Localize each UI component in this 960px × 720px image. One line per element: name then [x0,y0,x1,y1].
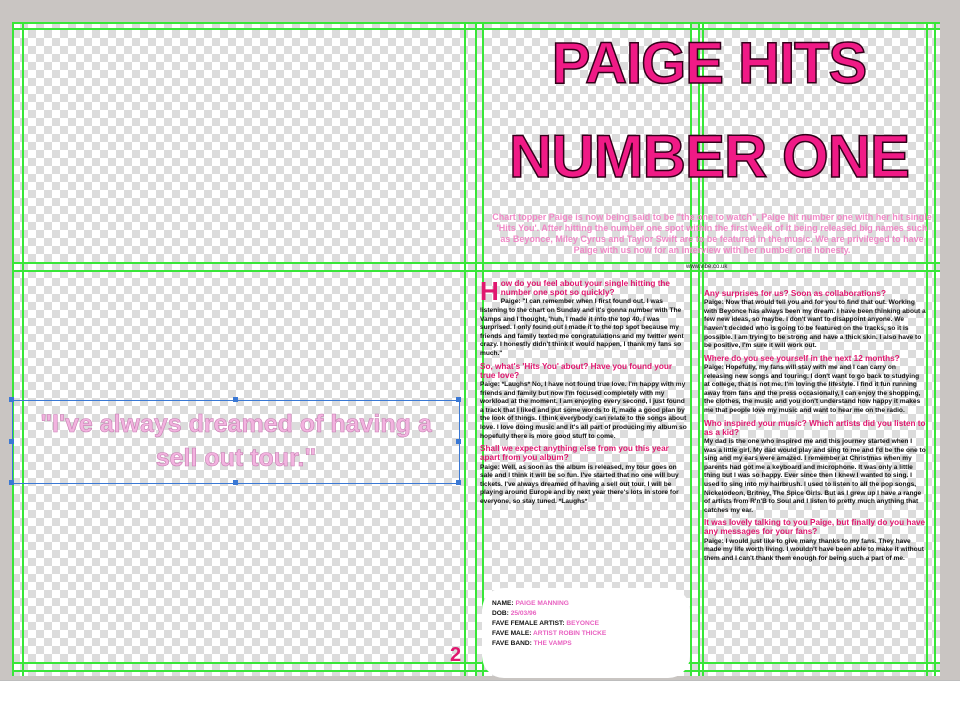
question-text: Who inspired your music? Which artists d… [704,418,926,437]
page-number: 2 [450,644,462,666]
guide-vertical[interactable] [926,22,928,676]
layout-workspace: PAIGE HITS NUMBER ONE Chart topper Paige… [0,0,960,720]
interview-answer: Paige: I would just like to give many th… [704,538,926,564]
guide-vertical[interactable] [698,22,700,676]
interview-answer: Paige: "I can remember when I first foun… [480,298,688,358]
resize-handle[interactable] [456,480,461,485]
resize-handle[interactable] [9,439,14,444]
question-text: ow do you feel about your single hitting… [500,279,670,298]
interview-question: Shall we expect anything else from you t… [480,444,688,462]
fact-value: ARTIST ROBIN THICKE [533,630,607,637]
headline-line-2[interactable]: NUMBER ONE [478,122,940,192]
fact-value: 25/03/96 [510,610,537,617]
answer-text: Paige: Now that would tell you and for y… [704,299,926,350]
fact-label: NAME: [492,600,514,607]
resize-handle[interactable] [9,397,14,402]
interview-answer: Paige: *Laughs* No, I have not found tru… [480,381,688,441]
guide-vertical[interactable] [934,22,936,676]
folio-text: www.vibe.co.uk [686,264,728,270]
interview-question: Any surprises for us? Soon as collaborat… [704,289,926,298]
question-text: It was lovely talking to you Paige, but … [704,518,926,537]
guide-vertical[interactable] [475,22,477,676]
left-page[interactable] [12,22,476,676]
guide-horizontal[interactable] [12,28,940,30]
guide-horizontal[interactable] [12,22,940,24]
fact-row: DOB: 25/03/96 [492,610,536,618]
headline-line-1[interactable]: PAIGE HITS [478,31,940,97]
fact-label: FAVE FEMALE ARTIST: [492,620,565,627]
pull-quote[interactable]: "I've always dreamed of having a sell ou… [19,407,453,475]
interview-question: It was lovely talking to you Paige, but … [704,518,926,536]
interview-question: Where do you see yourself in the next 12… [704,354,926,363]
fact-row: FAVE BAND: THE VAMPS [492,640,572,648]
drop-cap: H [480,276,499,306]
standfirst-text[interactable]: Chart topper Paige is now being said to … [492,212,932,256]
guide-horizontal[interactable] [12,262,940,264]
resize-handle[interactable] [233,480,238,485]
fact-value: BEYONCE [566,620,599,627]
answer-text: Paige: I would just like to give many th… [704,537,924,562]
question-text: Shall we expect anything else from you t… [480,444,669,463]
fact-label: FAVE BAND: [492,640,532,647]
answer-text: Paige: *Laughs* No, I have not found tru… [480,380,687,440]
pull-quote-text-frame[interactable]: "I've always dreamed of having a sell ou… [9,397,461,485]
guide-horizontal[interactable] [12,270,940,272]
interview-question: So, what's 'Hits You' about? Have you fo… [480,362,688,380]
interview-question: How do you feel about your single hittin… [480,278,688,304]
fact-label: DOB: [492,610,509,617]
guide-vertical[interactable] [12,22,14,676]
question-text: So, what's 'Hits You' about? Have you fo… [480,361,673,380]
interview-answer: My dad is the one who inspired me and th… [704,438,926,515]
guide-vertical[interactable] [464,22,466,676]
question-text: Where do you see yourself in the next 12… [704,353,900,363]
resize-handle[interactable] [9,480,14,485]
bottom-status-bar [0,680,960,720]
resize-handle[interactable] [233,397,238,402]
fact-row: NAME: PAIGE MANNING [492,600,569,608]
question-text: Any surprises for us? Soon as collaborat… [704,289,886,298]
page-spread: PAIGE HITS NUMBER ONE Chart topper Paige… [9,22,940,678]
resize-handle[interactable] [456,397,461,402]
fact-row: FAVE MALE: ARTIST ROBIN THICKE [492,630,606,638]
resize-handle[interactable] [456,439,461,444]
answer-text: Paige: Hopefully, my fans will stay with… [704,363,921,414]
interview-answer: Paige: Hopefully, my fans will stay with… [704,364,926,416]
interview-answer: Paige: Now that would tell you and for y… [704,299,926,351]
fact-label: FAVE MALE: [492,630,532,637]
interview-answer: Paige: Well, as soon as the album is rel… [480,464,688,507]
fact-file-box[interactable]: NAME: PAIGE MANNING DOB: 25/03/96 FAVE F… [482,588,690,678]
answer-text: My dad is the one who inspired me and th… [704,437,926,514]
interview-question: Who inspired your music? Which artists d… [704,419,926,437]
interview-column-left[interactable]: How do you feel about your single hittin… [480,276,688,596]
fact-value: PAIGE MANNING [515,600,569,607]
fact-value: THE VAMPS [533,640,572,647]
interview-column-right[interactable]: Any surprises for us? Soon as collaborat… [704,286,926,676]
guide-vertical[interactable] [690,22,692,676]
answer-text: Paige: "I can remember when I first foun… [480,298,684,357]
answer-text: Paige: Well, as soon as the album is rel… [480,463,679,505]
guide-vertical[interactable] [22,22,24,676]
fact-row: FAVE FEMALE ARTIST: BEYONCE [492,620,599,628]
